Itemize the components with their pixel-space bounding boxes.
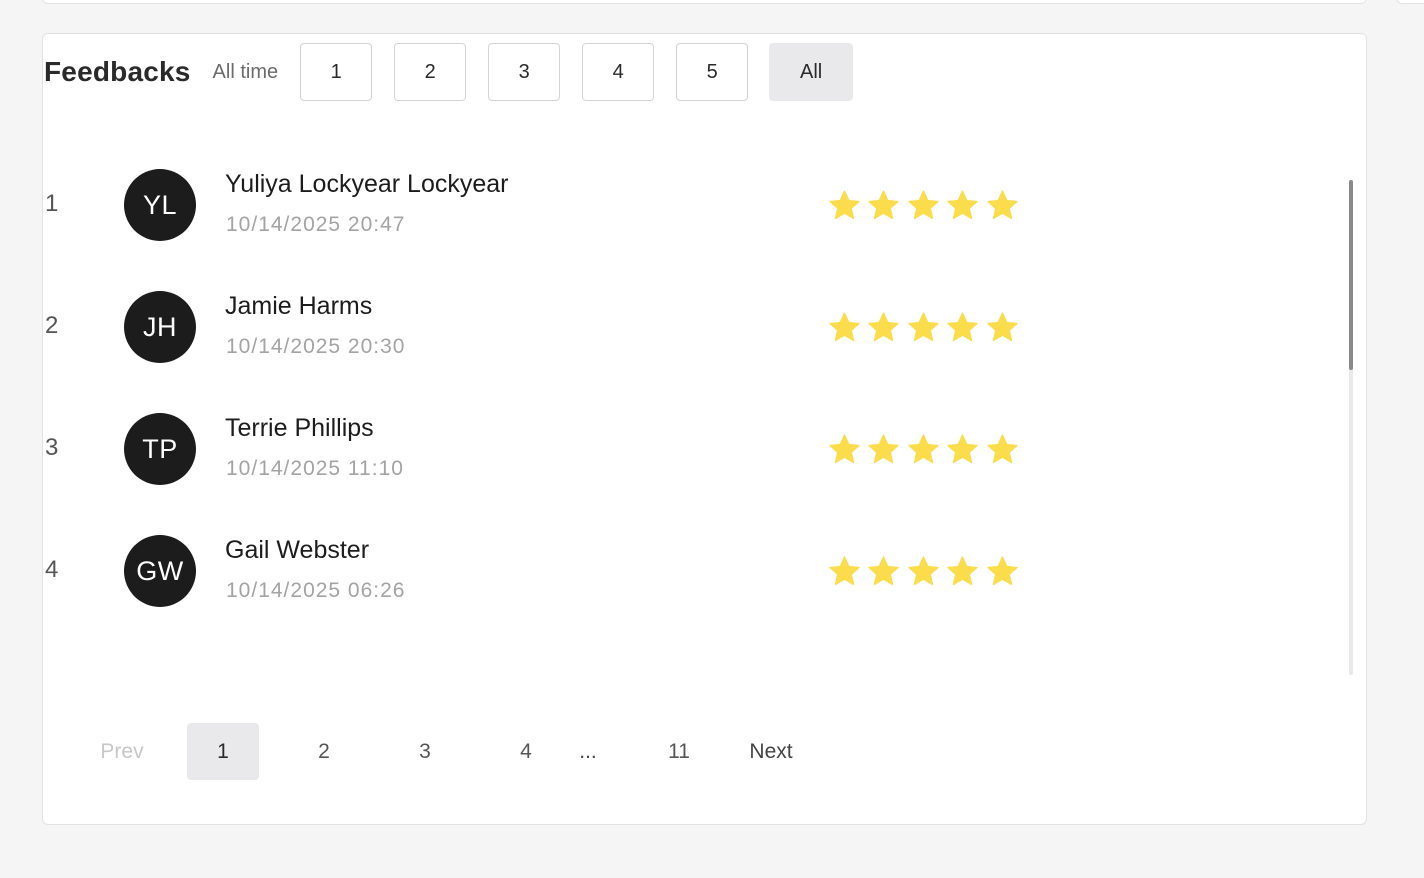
feedback-date: 10/14/2025 20:30: [226, 335, 406, 358]
star-icon: [946, 433, 979, 466]
star-icon: [946, 311, 979, 344]
period-label: All time: [212, 60, 279, 83]
star-rating: [828, 189, 1025, 222]
feedback-row[interactable]: 2 JH Jamie Harms 10/14/2025 20:30: [44, 270, 1044, 392]
star-icon: [907, 433, 940, 466]
star-icon: [946, 555, 979, 588]
rating-filter-group: 1 2 3 4 5 All: [300, 43, 875, 101]
star-icon: [828, 189, 861, 222]
star-rating: [828, 433, 1025, 466]
star-icon: [828, 433, 861, 466]
feedback-date: 10/14/2025 06:26: [226, 579, 406, 602]
previous-card-edge: [42, 0, 1367, 4]
avatar: TP: [124, 413, 196, 485]
star-rating: [828, 311, 1025, 344]
star-rating: [828, 555, 1025, 588]
avatar: JH: [124, 291, 196, 363]
page-button-2[interactable]: 2: [288, 723, 360, 780]
filter-button-3[interactable]: 3: [488, 43, 561, 101]
star-icon: [986, 311, 1019, 344]
side-card-edge: [1396, 0, 1424, 4]
reviewer-name: Yuliya Lockyear Lockyear: [225, 170, 509, 198]
star-icon: [946, 189, 979, 222]
reviewer-name: Gail Webster: [225, 536, 370, 564]
star-icon: [907, 189, 940, 222]
star-icon: [867, 433, 900, 466]
feedback-rank: 4: [45, 556, 59, 583]
prev-page-button[interactable]: Prev: [78, 723, 166, 780]
page-button-3[interactable]: 3: [389, 723, 461, 780]
feedback-rank: 1: [45, 190, 59, 217]
star-icon: [867, 311, 900, 344]
page-button-last[interactable]: 11: [643, 723, 715, 780]
star-icon: [986, 189, 1019, 222]
feedback-rank: 3: [45, 434, 59, 461]
star-icon: [867, 555, 900, 588]
page-ellipsis: ...: [579, 739, 597, 763]
filter-button-4[interactable]: 4: [582, 43, 655, 101]
feedback-row[interactable]: 1 YL Yuliya Lockyear Lockyear 10/14/2025…: [44, 148, 1044, 270]
filter-button-2[interactable]: 2: [394, 43, 467, 101]
feedback-date: 10/14/2025 20:47: [226, 213, 406, 236]
star-icon: [828, 311, 861, 344]
avatar: YL: [124, 169, 196, 241]
filter-button-5[interactable]: 5: [676, 43, 749, 101]
reviewer-name: Terrie Phillips: [225, 414, 374, 442]
feedback-row[interactable]: 4 GW Gail Webster 10/14/2025 06:26: [44, 514, 1044, 636]
star-icon: [907, 311, 940, 344]
list-scrollbar[interactable]: [1349, 180, 1353, 675]
next-page-button[interactable]: Next: [726, 723, 816, 780]
filter-button-1[interactable]: 1: [300, 43, 373, 101]
star-icon: [867, 189, 900, 222]
star-icon: [828, 555, 861, 588]
star-icon: [986, 555, 1019, 588]
feedback-list: 1 YL Yuliya Lockyear Lockyear 10/14/2025…: [44, 148, 1044, 636]
pagination: Prev 1 2 3 4 ... 11 Next: [78, 723, 816, 780]
avatar: GW: [124, 535, 196, 607]
feedbacks-header: Feedbacks All time 1 2 3 4 5 All: [44, 43, 875, 101]
scrollbar-thumb[interactable]: [1349, 180, 1353, 370]
page-title: Feedbacks: [44, 56, 191, 87]
page-button-4[interactable]: 4: [490, 723, 562, 780]
star-icon: [907, 555, 940, 588]
feedback-rank: 2: [45, 312, 59, 339]
filter-button-all[interactable]: All: [769, 43, 854, 101]
reviewer-name: Jamie Harms: [225, 292, 373, 320]
feedback-date: 10/14/2025 11:10: [226, 457, 404, 480]
page-button-1[interactable]: 1: [187, 723, 259, 780]
feedback-row[interactable]: 3 TP Terrie Phillips 10/14/2025 11:10: [44, 392, 1044, 514]
star-icon: [986, 433, 1019, 466]
